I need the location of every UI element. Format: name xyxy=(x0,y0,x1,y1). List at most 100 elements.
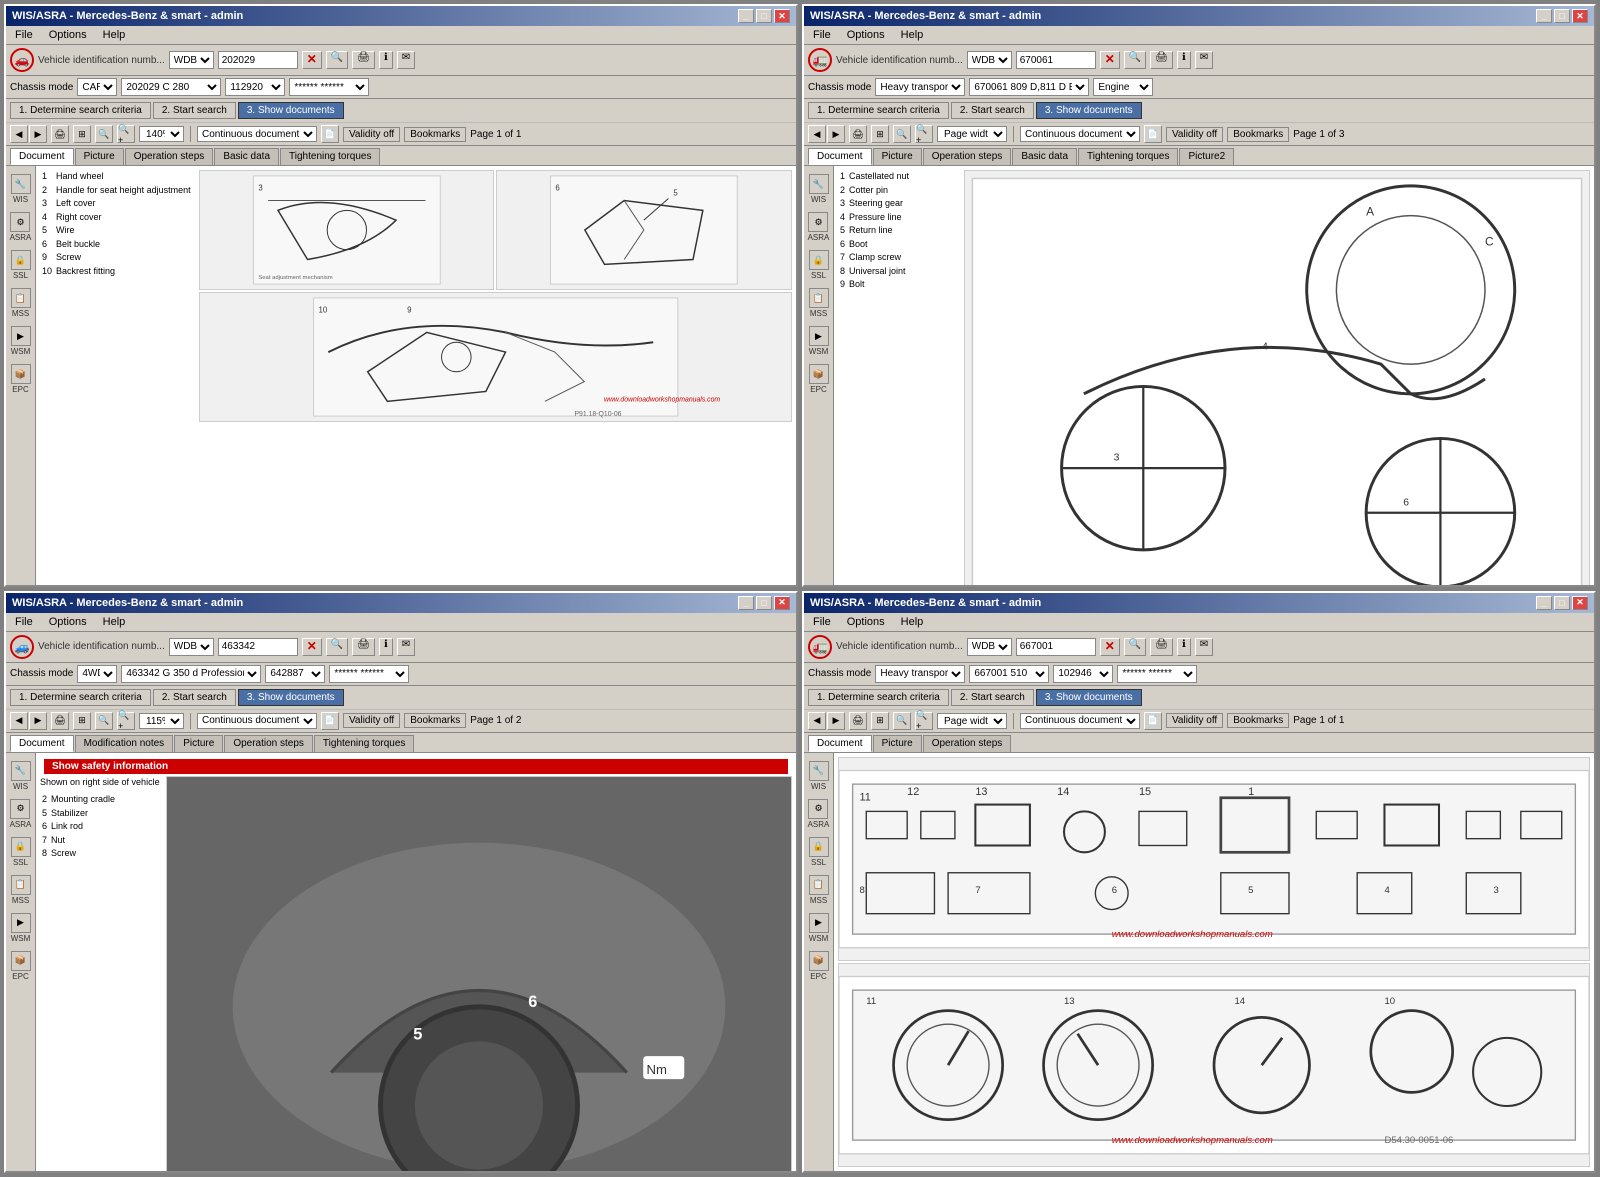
sidebar-mss-1[interactable]: 📋 MSS xyxy=(11,288,31,318)
tab-opsteps-3[interactable]: Operation steps xyxy=(224,735,313,752)
sidebar-ssl-4[interactable]: 🔒 SSL xyxy=(809,837,829,867)
bookmarks-btn-4[interactable]: Bookmarks xyxy=(1227,713,1289,728)
tab-basicdata-1[interactable]: Basic data xyxy=(214,148,279,165)
zoom-in-2[interactable]: 🔍+ xyxy=(915,125,933,143)
tab-opsteps-4[interactable]: Operation steps xyxy=(923,735,1012,752)
zoom-out-4[interactable]: 🔍 xyxy=(893,712,911,730)
sidebar-ssl-3[interactable]: 🔒 SSL xyxy=(11,837,31,867)
prev-page-2[interactable]: ◀ xyxy=(808,125,826,143)
sidebar-epc-2[interactable]: 📦 EPC xyxy=(809,364,829,394)
sidebar-asra-3[interactable]: ⚙ ASRA xyxy=(10,799,32,829)
sidebar-epc-4[interactable]: 📦 EPC xyxy=(809,951,829,981)
tab-torques-1[interactable]: Tightening torques xyxy=(280,148,380,165)
tab-picture-4[interactable]: Picture xyxy=(873,735,922,752)
vin-input-1[interactable] xyxy=(218,51,298,69)
print-page-3[interactable]: 🖨 xyxy=(51,712,69,730)
sidebar-ssl-2[interactable]: 🔒 SSL xyxy=(809,250,829,280)
close-btn-1[interactable]: ✕ xyxy=(774,9,790,23)
next-page-1[interactable]: ▶ xyxy=(29,125,47,143)
email-icon-3[interactable]: ✉ xyxy=(397,638,415,656)
sidebar-wis-4[interactable]: 🔧 WIS xyxy=(809,761,829,791)
tab-document-2[interactable]: Document xyxy=(808,148,872,165)
tab-document-3[interactable]: Document xyxy=(10,735,74,752)
next-page-4[interactable]: ▶ xyxy=(827,712,845,730)
close-btn-3[interactable]: ✕ xyxy=(774,596,790,610)
email-icon-4[interactable]: ✉ xyxy=(1195,638,1213,656)
tab-torques-3[interactable]: Tightening torques xyxy=(314,735,414,752)
zoom-in-1[interactable]: 🔍+ xyxy=(117,125,135,143)
zoom-select-3[interactable]: 115% xyxy=(139,713,184,729)
engine-select-1[interactable]: 112920 xyxy=(225,78,285,96)
doc-icon-1[interactable]: 📄 xyxy=(321,125,339,143)
vin-input-4[interactable] xyxy=(1016,638,1096,656)
sidebar-ssl-1[interactable]: 🔒 SSL xyxy=(11,250,31,280)
fit-page-1[interactable]: ⊞ xyxy=(73,125,91,143)
search-icon-2[interactable]: 🔍 xyxy=(1124,51,1146,69)
clear-btn-4[interactable]: ✕ xyxy=(1100,638,1120,656)
step2-btn-3[interactable]: 2. Start search xyxy=(153,689,236,706)
prev-page-1[interactable]: ◀ xyxy=(10,125,28,143)
menu-help-3[interactable]: Help xyxy=(100,615,129,629)
info-icon-2[interactable]: ℹ xyxy=(1177,51,1191,69)
sidebar-wsm-3[interactable]: ▶ WSM xyxy=(11,913,31,943)
email-icon-1[interactable]: ✉ xyxy=(397,51,415,69)
minimize-btn-1[interactable]: _ xyxy=(738,9,754,23)
tab-picture-2[interactable]: Picture xyxy=(873,148,922,165)
print-icon-1[interactable]: 🖨 xyxy=(352,51,375,69)
wdb-select-4[interactable]: WDB xyxy=(967,638,1012,656)
search-icon-1[interactable]: 🔍 xyxy=(326,51,348,69)
key-select-4[interactable]: ****** ****** xyxy=(1117,665,1197,683)
bookmarks-btn-2[interactable]: Bookmarks xyxy=(1227,127,1289,142)
menu-options-3[interactable]: Options xyxy=(46,615,90,629)
sidebar-wsm-1[interactable]: ▶ WSM xyxy=(11,326,31,356)
maximize-btn-3[interactable]: □ xyxy=(756,596,772,610)
maximize-btn-2[interactable]: □ xyxy=(1554,9,1570,23)
key-select-3[interactable]: ****** ****** xyxy=(329,665,409,683)
minimize-btn-4[interactable]: _ xyxy=(1536,596,1552,610)
engine-select-2[interactable]: Engine xyxy=(1093,78,1153,96)
print-page-2[interactable]: 🖨 xyxy=(849,125,867,143)
tab-modnotes-3[interactable]: Modification notes xyxy=(75,735,174,752)
tab-picture2-2[interactable]: Picture2 xyxy=(1179,148,1234,165)
chassis-mode-select-1[interactable]: CAR xyxy=(77,78,117,96)
step3-btn-4[interactable]: 3. Show documents xyxy=(1036,689,1142,706)
menu-options-2[interactable]: Options xyxy=(844,28,888,42)
engine-select-4[interactable]: 102946 xyxy=(1053,665,1113,683)
zoom-in-4[interactable]: 🔍+ xyxy=(915,712,933,730)
doc-icon-2[interactable]: 📄 xyxy=(1144,125,1162,143)
step2-btn-4[interactable]: 2. Start search xyxy=(951,689,1034,706)
sidebar-mss-3[interactable]: 📋 MSS xyxy=(11,875,31,905)
minimize-btn-3[interactable]: _ xyxy=(738,596,754,610)
doc-mode-select-4[interactable]: Continuous document xyxy=(1020,713,1140,729)
validity-btn-2[interactable]: Validity off xyxy=(1166,127,1223,142)
menu-options-4[interactable]: Options xyxy=(844,615,888,629)
info-icon-1[interactable]: ℹ xyxy=(379,51,393,69)
chassis-val-select-1[interactable]: 202029 C 280 xyxy=(121,78,221,96)
prev-page-4[interactable]: ◀ xyxy=(808,712,826,730)
next-page-3[interactable]: ▶ xyxy=(29,712,47,730)
step1-btn-2[interactable]: 1. Determine search criteria xyxy=(808,102,949,119)
next-page-2[interactable]: ▶ xyxy=(827,125,845,143)
sidebar-wis-1[interactable]: 🔧 WIS xyxy=(11,174,31,204)
wdb-select-2[interactable]: WDB xyxy=(967,51,1012,69)
zoom-out-2[interactable]: 🔍 xyxy=(893,125,911,143)
doc-mode-select-1[interactable]: Continuous document xyxy=(197,126,317,142)
minimize-btn-2[interactable]: _ xyxy=(1536,9,1552,23)
prev-page-3[interactable]: ◀ xyxy=(10,712,28,730)
validity-btn-4[interactable]: Validity off xyxy=(1166,713,1223,728)
clear-btn-1[interactable]: ✕ xyxy=(302,51,322,69)
print-page-1[interactable]: 🖨 xyxy=(51,125,69,143)
email-icon-2[interactable]: ✉ xyxy=(1195,51,1213,69)
clear-btn-3[interactable]: ✕ xyxy=(302,638,322,656)
tab-basicdata-2[interactable]: Basic data xyxy=(1012,148,1077,165)
fit-page-4[interactable]: ⊞ xyxy=(871,712,889,730)
fit-page-3[interactable]: ⊞ xyxy=(73,712,91,730)
tab-opsteps-1[interactable]: Operation steps xyxy=(125,148,214,165)
menu-file-4[interactable]: File xyxy=(810,615,834,629)
doc-mode-select-3[interactable]: Continuous document xyxy=(197,713,317,729)
print-page-4[interactable]: 🖨 xyxy=(849,712,867,730)
menu-help-4[interactable]: Help xyxy=(898,615,927,629)
chassis-mode-select-3[interactable]: 4WD xyxy=(77,665,117,683)
close-btn-4[interactable]: ✕ xyxy=(1572,596,1588,610)
tab-document-4[interactable]: Document xyxy=(808,735,872,752)
